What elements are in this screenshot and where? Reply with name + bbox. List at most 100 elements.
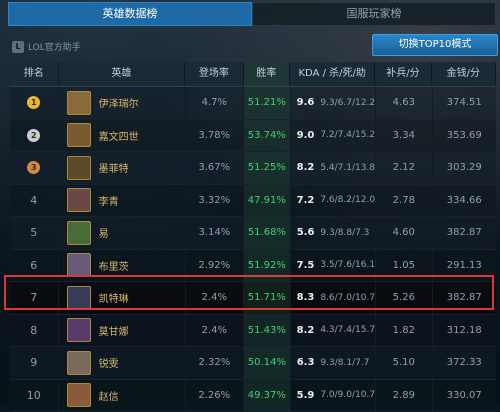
hero-cell[interactable]: 嘉文四世 xyxy=(59,120,186,152)
hero-name: 伊泽瑞尔 xyxy=(99,95,139,110)
gold-per-min: 291.13 xyxy=(433,250,496,282)
cs-per-min: 5.10 xyxy=(376,347,433,379)
hero-cell[interactable]: 凯特琳 xyxy=(59,282,186,314)
cs-per-min: 5.26 xyxy=(376,282,433,314)
hero-portrait-icon xyxy=(67,286,91,310)
gold-per-min: 330.07 xyxy=(433,380,496,412)
kda-detail: 7.0/9.0/10.7 xyxy=(320,390,375,400)
rank-number: 9 xyxy=(30,356,37,369)
hero-cell[interactable]: 莫甘娜 xyxy=(59,315,186,347)
hero-portrait-icon xyxy=(67,383,91,407)
rank-cell: 9 xyxy=(10,347,59,379)
lol-logo-icon: L xyxy=(12,41,24,53)
table-row[interactable]: 8 莫甘娜 2.4% 51.43% 8.2 4.3/7.4/15.7 1.82 … xyxy=(10,315,496,348)
pick-rate: 2.26% xyxy=(186,380,244,412)
table-row[interactable]: 2 嘉文四世 3.78% 53.74% 9.0 7.2/7.4/15.2 3.3… xyxy=(10,120,496,153)
hero-portrait-icon xyxy=(67,318,91,342)
tab-player-rankings[interactable]: 国服玩家榜 xyxy=(252,2,496,26)
rank-number: 5 xyxy=(30,226,37,239)
kda-value: 8.3 xyxy=(297,292,315,303)
cs-per-min: 1.82 xyxy=(376,315,433,347)
rank-cell: 5 xyxy=(10,217,59,249)
pick-rate: 3.67% xyxy=(186,152,244,184)
cs-per-min: 2.12 xyxy=(376,152,433,184)
rank-medal-icon: 3 xyxy=(27,161,40,174)
pick-rate: 2.92% xyxy=(186,250,244,282)
table-row[interactable]: 4 李青 3.32% 47.91% 7.2 7.6/8.2/12.0 2.78 … xyxy=(10,185,496,218)
rank-number: 4 xyxy=(30,194,37,207)
kda-detail: 4.3/7.4/15.7 xyxy=(320,325,375,335)
kda-detail: 7.6/8.2/12.0 xyxy=(320,195,375,205)
kda-cell: 9.6 9.3/6.7/12.2 xyxy=(291,87,376,119)
pick-rate: 3.78% xyxy=(186,120,244,152)
table-row[interactable]: 1 伊泽瑞尔 4.7% 51.21% 9.6 9.3/6.7/12.2 4.63… xyxy=(10,87,496,120)
kda-cell: 8.2 5.4/7.1/13.8 xyxy=(291,152,376,184)
gold-per-min: 372.33 xyxy=(433,347,496,379)
column-header-cs[interactable]: 补兵/分 xyxy=(375,62,431,86)
kda-value: 7.2 xyxy=(297,195,315,206)
column-header-kda[interactable]: KDA / 杀/死/助 xyxy=(290,62,375,86)
hero-portrait-icon xyxy=(67,188,91,212)
hero-portrait-icon xyxy=(67,156,91,180)
kda-detail: 3.5/7.6/16.1 xyxy=(320,260,375,270)
table-row[interactable]: 6 布里茨 2.92% 51.92% 7.5 3.5/7.6/16.1 1.05… xyxy=(10,250,496,283)
win-rate: 51.92% xyxy=(244,250,291,282)
table-row[interactable]: 5 易 3.14% 51.68% 5.6 9.3/8.8/7.3 4.60 38… xyxy=(10,217,496,250)
kda-cell: 6.3 9.3/8.1/7.7 xyxy=(291,347,376,379)
hero-cell[interactable]: 锐雯 xyxy=(59,347,186,379)
toggle-top10-button[interactable]: 切换TOP10模式 xyxy=(372,34,498,56)
hero-name: 莫甘娜 xyxy=(99,323,129,338)
hero-name: 墨菲特 xyxy=(99,160,129,175)
rank-cell: 2 xyxy=(10,120,59,152)
cs-per-min: 4.60 xyxy=(376,217,433,249)
hero-cell[interactable]: 李青 xyxy=(59,185,186,217)
table-row[interactable]: 9 锐雯 2.32% 50.14% 6.3 9.3/8.1/7.7 5.10 3… xyxy=(10,347,496,380)
kda-cell: 5.9 7.0/9.0/10.7 xyxy=(291,380,376,412)
pick-rate: 2.4% xyxy=(186,315,244,347)
kda-detail: 9.3/8.1/7.7 xyxy=(320,358,369,368)
win-rate: 50.14% xyxy=(244,347,291,379)
kda-value: 9.0 xyxy=(297,130,315,141)
hero-cell[interactable]: 易 xyxy=(59,217,186,249)
table-row[interactable]: 7 凯特琳 2.4% 51.71% 8.3 8.6/7.0/10.7 5.26 … xyxy=(10,282,496,315)
kda-value: 6.3 xyxy=(297,357,315,368)
kda-cell: 7.5 3.5/7.6/16.1 xyxy=(291,250,376,282)
table-body: 1 伊泽瑞尔 4.7% 51.21% 9.6 9.3/6.7/12.2 4.63… xyxy=(10,87,496,412)
hero-name: 易 xyxy=(99,225,109,240)
rank-medal-icon: 1 xyxy=(27,96,40,109)
kda-cell: 8.3 8.6/7.0/10.7 xyxy=(291,282,376,314)
hero-cell[interactable]: 布里茨 xyxy=(59,250,186,282)
cs-per-min: 2.78 xyxy=(376,185,433,217)
kda-detail: 9.3/6.7/12.2 xyxy=(320,98,375,108)
kda-cell: 9.0 7.2/7.4/15.2 xyxy=(291,120,376,152)
cs-per-min: 4.63 xyxy=(376,87,433,119)
hero-name: 赵信 xyxy=(99,388,119,403)
tab-hero-rankings[interactable]: 英雄数据榜 xyxy=(8,2,252,26)
table-row[interactable]: 10 赵信 2.26% 49.37% 5.9 7.0/9.0/10.7 2.89… xyxy=(10,380,496,412)
hero-name: 嘉文四世 xyxy=(99,128,139,143)
cs-per-min: 2.89 xyxy=(376,380,433,412)
kda-cell: 7.2 7.6/8.2/12.0 xyxy=(291,185,376,217)
win-rate: 49.37% xyxy=(244,380,291,412)
rank-number: 6 xyxy=(30,259,37,272)
column-header-rank[interactable]: 排名 xyxy=(10,62,59,86)
gold-per-min: 334.66 xyxy=(433,185,496,217)
hero-cell[interactable]: 墨菲特 xyxy=(59,152,186,184)
hero-ranking-table: 排名 英雄 登场率 胜率 KDA / 杀/死/助 补兵/分 金钱/分 1 伊泽瑞… xyxy=(10,62,496,412)
column-header-win-rate[interactable]: 胜率 xyxy=(244,62,291,86)
column-header-hero[interactable]: 英雄 xyxy=(59,62,186,86)
column-header-pick-rate[interactable]: 登场率 xyxy=(185,62,243,86)
table-row[interactable]: 3 墨菲特 3.67% 51.25% 8.2 5.4/7.1/13.8 2.12… xyxy=(10,152,496,185)
rank-cell: 3 xyxy=(10,152,59,184)
win-rate: 53.74% xyxy=(244,120,291,152)
hero-cell[interactable]: 伊泽瑞尔 xyxy=(59,87,186,119)
gold-per-min: 374.51 xyxy=(433,87,496,119)
gold-per-min: 353.69 xyxy=(433,120,496,152)
gold-per-min: 303.29 xyxy=(433,152,496,184)
kda-detail: 7.2/7.4/15.2 xyxy=(320,130,375,140)
hero-cell[interactable]: 赵信 xyxy=(59,380,186,412)
table-header: 排名 英雄 登场率 胜率 KDA / 杀/死/助 补兵/分 金钱/分 xyxy=(10,62,496,87)
column-header-gold[interactable]: 金钱/分 xyxy=(432,62,496,86)
rank-medal-icon: 2 xyxy=(27,129,40,142)
hero-name: 凯特琳 xyxy=(99,290,129,305)
